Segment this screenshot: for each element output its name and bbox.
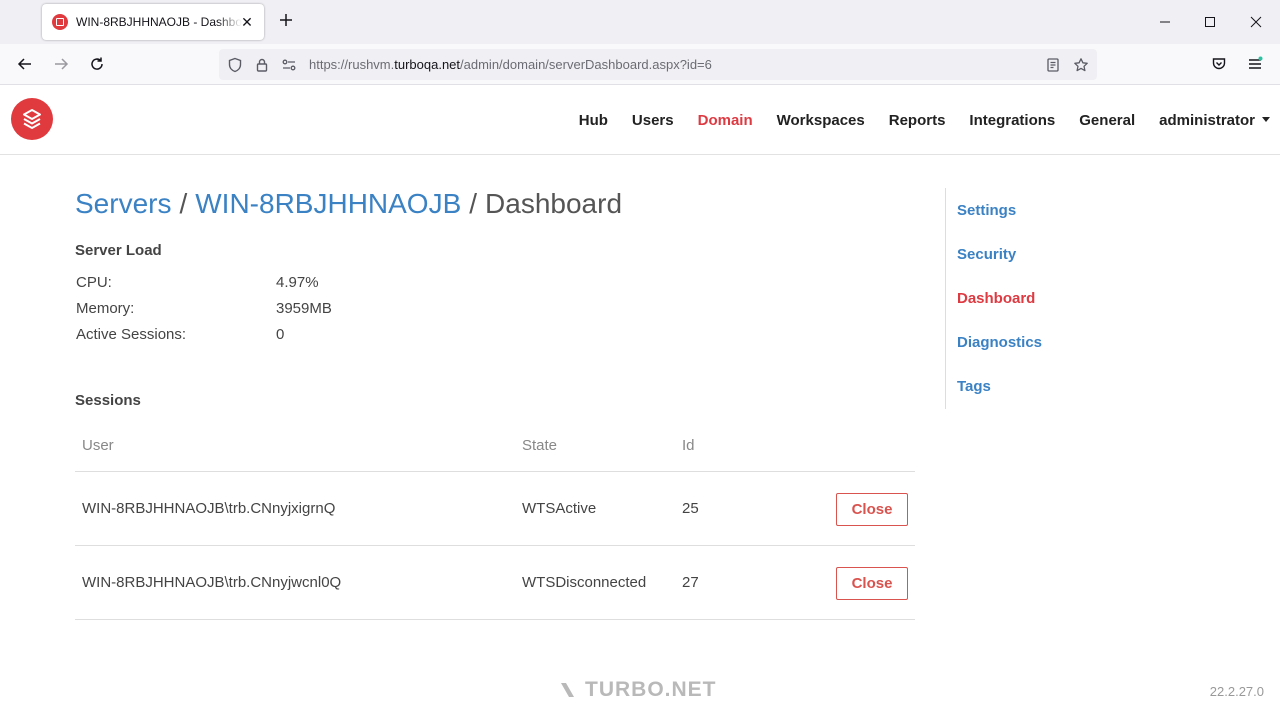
star-icon[interactable] [1072, 56, 1090, 74]
breadcrumb-servers[interactable]: Servers [75, 188, 171, 219]
side-nav-security[interactable]: Security [957, 246, 1016, 263]
permissions-icon[interactable] [280, 56, 298, 74]
arrow-left-icon[interactable] [13, 52, 37, 76]
url-prefix: https://rushvm. [309, 57, 395, 72]
server-side-nav: Settings Security Dashboard Diagnostics … [945, 188, 1145, 409]
nav-hub[interactable]: Hub [579, 112, 608, 129]
reader-view-icon[interactable] [1044, 56, 1062, 74]
tab-title: WIN-8RBJHHNAOJB - Dashboard [76, 15, 242, 29]
session-state: WTSActive [522, 500, 597, 517]
turbo-logo-icon[interactable] [11, 98, 53, 140]
version-label: 22.2.27.0 [1209, 684, 1264, 699]
close-session-button[interactable]: Close [836, 567, 908, 600]
side-nav-diagnostics[interactable]: Diagnostics [957, 334, 1042, 351]
app-header: Hub Users Domain Workspaces Reports Inte… [0, 85, 1280, 155]
cpu-label: CPU: [76, 274, 112, 291]
url-path: /admin/domain/serverDashboard.aspx?id=6 [460, 57, 712, 72]
session-id: 27 [682, 574, 699, 591]
footer-brand: TURBO.NET [560, 678, 717, 702]
url-text: https://rushvm.turboqa.net/admin/domain/… [309, 57, 712, 72]
sessions-table: User State Id WIN-8RBJHHNAOJB\trb.CNnyjx… [75, 421, 915, 620]
column-header-state: State [522, 437, 558, 454]
reload-icon[interactable] [85, 52, 109, 76]
pocket-icon[interactable] [1207, 52, 1231, 76]
close-session-button[interactable]: Close [836, 493, 908, 526]
main-nav: Hub Users Domain Workspaces Reports Inte… [555, 85, 1270, 155]
browser-tab-strip: WIN-8RBJHHNAOJB - Dashboard ✕ [0, 0, 1280, 44]
browser-toolbar: https://rushvm.turboqa.net/admin/domain/… [0, 44, 1280, 85]
nav-reports[interactable]: Reports [889, 112, 946, 129]
minimize-icon[interactable] [1155, 12, 1175, 32]
column-header-user: User [82, 437, 114, 454]
memory-value: 3959MB [276, 300, 332, 317]
breadcrumb: Servers / WIN-8RBJHHNAOJB / Dashboard [75, 188, 622, 220]
nav-general[interactable]: General [1079, 112, 1135, 129]
nav-integrations[interactable]: Integrations [969, 112, 1055, 129]
lock-icon[interactable] [253, 56, 271, 74]
active-sessions-label: Active Sessions: [76, 326, 187, 343]
table-row: WIN-8RBJHHNAOJB\trb.CNnyjxigrnQ WTSActiv… [75, 472, 915, 546]
session-user: WIN-8RBJHHNAOJB\trb.CNnyjxigrnQ [82, 500, 336, 517]
session-state: WTSDisconnected [522, 574, 647, 591]
url-bar[interactable]: https://rushvm.turboqa.net/admin/domain/… [219, 49, 1097, 80]
breadcrumb-separator: / [469, 188, 478, 219]
user-menu[interactable]: administrator [1159, 112, 1270, 129]
memory-label: Memory: [76, 300, 135, 317]
breadcrumb-server[interactable]: WIN-8RBJHHNAOJB [195, 188, 461, 219]
nav-domain[interactable]: Domain [698, 112, 753, 129]
side-nav-settings[interactable]: Settings [957, 202, 1016, 219]
nav-workspaces[interactable]: Workspaces [777, 112, 865, 129]
window-close-icon[interactable] [1246, 12, 1266, 32]
breadcrumb-current: Dashboard [485, 188, 623, 219]
footer-brand-text: TURBO.NET [585, 678, 717, 701]
side-nav-dashboard[interactable]: Dashboard [957, 290, 1035, 307]
table-header-row: User State Id [75, 421, 915, 472]
session-id: 25 [682, 500, 699, 517]
hamburger-menu-icon[interactable] [1243, 52, 1267, 76]
column-header-id: Id [682, 437, 695, 454]
caret-down-icon [1262, 116, 1270, 122]
cpu-value: 4.97% [276, 274, 319, 291]
browser-tab[interactable]: WIN-8RBJHHNAOJB - Dashboard ✕ [42, 4, 264, 40]
maximize-icon[interactable] [1200, 12, 1220, 32]
tab-close-icon[interactable]: ✕ [238, 13, 256, 31]
arrow-right-icon[interactable] [49, 52, 73, 76]
sessions-title: Sessions [75, 392, 141, 409]
session-user: WIN-8RBJHHNAOJB\trb.CNnyjwcnl0Q [82, 574, 342, 591]
breadcrumb-separator: / [179, 188, 188, 219]
new-tab-plus-icon[interactable] [276, 11, 296, 31]
turbo-favicon-icon [52, 14, 68, 30]
turbo-mark-icon [561, 683, 574, 697]
nav-users[interactable]: Users [632, 112, 674, 129]
server-load-title: Server Load [75, 242, 162, 259]
table-row: WIN-8RBJHHNAOJB\trb.CNnyjwcnl0Q WTSDisco… [75, 546, 915, 620]
url-host: turboqa.net [394, 57, 461, 72]
active-sessions-value: 0 [276, 326, 285, 343]
side-nav-tags[interactable]: Tags [957, 378, 991, 395]
shield-icon[interactable] [226, 56, 244, 74]
user-menu-label: administrator [1159, 111, 1255, 129]
